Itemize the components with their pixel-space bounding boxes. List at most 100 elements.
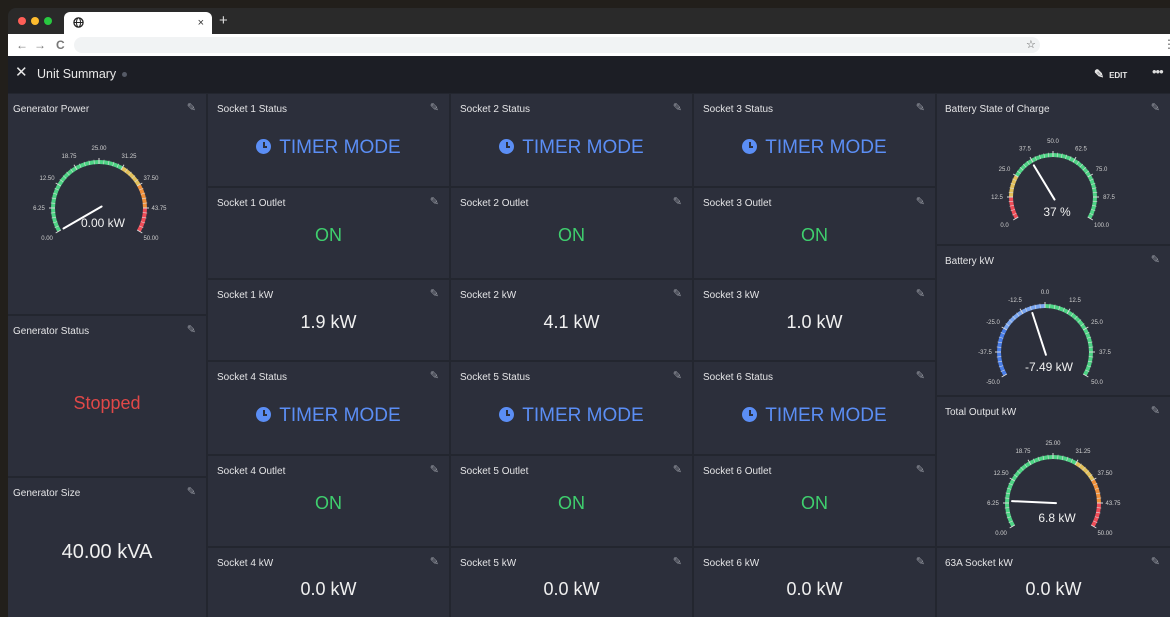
gauge-tick-label: 87.5 bbox=[1103, 195, 1115, 201]
gauge-value: -7.49 kW bbox=[1025, 360, 1074, 374]
edit-pencil-icon[interactable]: ✎ bbox=[430, 370, 439, 382]
gauge-arc-segment bbox=[1091, 479, 1101, 504]
edit-label: EDIT bbox=[1109, 71, 1128, 80]
edit-pencil-icon[interactable]: ✎ bbox=[673, 370, 682, 382]
edit-pencil-icon[interactable]: ✎ bbox=[673, 556, 682, 568]
edit-pencil-icon[interactable]: ✎ bbox=[1151, 556, 1160, 568]
edit-pencil-icon[interactable]: ✎ bbox=[673, 196, 682, 208]
gauge-arc-segment bbox=[1029, 455, 1054, 465]
close-window-dot[interactable] bbox=[18, 17, 26, 25]
bookmark-star-icon[interactable]: ☆ bbox=[1026, 37, 1036, 53]
gauge-tick-label: 43.75 bbox=[1105, 501, 1121, 507]
edit-pencil-icon[interactable]: ✎ bbox=[673, 288, 682, 300]
app-header: ✕ Unit Summary ✎ EDIT ••• bbox=[8, 56, 1170, 93]
card-title: Socket 1 Outlet bbox=[217, 198, 286, 209]
edit-pencil-icon[interactable]: ✎ bbox=[916, 556, 925, 568]
status-value: TIMER MODE bbox=[279, 137, 401, 158]
card-title: Generator Size bbox=[13, 488, 81, 499]
gauge-tick-label: 6.25 bbox=[987, 501, 999, 507]
edit-pencil-icon[interactable]: ✎ bbox=[916, 196, 925, 208]
new-tab-button[interactable]: + bbox=[219, 12, 228, 30]
gauge-tick-label: 18.75 bbox=[1015, 449, 1031, 455]
page-title: Unit Summary bbox=[37, 67, 117, 81]
card-title: Socket 4 Status bbox=[217, 372, 288, 383]
edit-pencil-icon[interactable]: ✎ bbox=[430, 102, 439, 114]
timer-mode-indicator: TIMER MODE bbox=[451, 405, 692, 427]
browser-menu-icon[interactable]: ⋮ bbox=[1163, 36, 1170, 52]
edit-pencil-icon[interactable]: ✎ bbox=[916, 464, 925, 476]
maximize-window-dot[interactable] bbox=[44, 17, 52, 25]
kw-value: 0.0 kW bbox=[786, 579, 843, 599]
gauge-tick-label: -50.0 bbox=[986, 380, 1000, 386]
browser-toolbar: ← → C ☆ ⋮ bbox=[8, 34, 1170, 56]
gauge-arc-segment bbox=[1021, 304, 1046, 314]
tab-close-icon[interactable]: × bbox=[198, 16, 204, 30]
edit-pencil-icon[interactable]: ✎ bbox=[916, 370, 925, 382]
edit-pencil-icon[interactable]: ✎ bbox=[430, 196, 439, 208]
back-icon[interactable]: ← bbox=[16, 37, 28, 53]
card-socket-3-status: Socket 3 Status ✎ TIMER MODE bbox=[694, 94, 935, 186]
card-title: Socket 6 Status bbox=[703, 372, 774, 383]
gauge-arc-segment bbox=[1044, 304, 1069, 314]
close-icon[interactable]: ✕ bbox=[15, 64, 28, 82]
forward-icon[interactable]: → bbox=[34, 37, 46, 53]
edit-pencil-icon[interactable]: ✎ bbox=[187, 324, 196, 336]
gauge-arc-segment bbox=[1066, 310, 1087, 331]
gauge-tick-label: 6.25 bbox=[33, 206, 45, 212]
gauge-arc-segment bbox=[997, 351, 1007, 376]
gauge-tick-label: 0.00 bbox=[995, 531, 1007, 537]
card-socket-3-kw: Socket 3 kW ✎ 1.0 kW bbox=[694, 280, 935, 360]
edit-pencil-icon[interactable]: ✎ bbox=[673, 102, 682, 114]
timer-mode-indicator: TIMER MODE bbox=[208, 405, 449, 427]
gauge-tick-label: -12.5 bbox=[1008, 298, 1022, 304]
card-generator-power: Generator Power ✎ 0.00 6.25 12.50 18.75 25.0… bbox=[8, 94, 206, 314]
gauge-tick-label: 50.00 bbox=[143, 236, 159, 242]
edit-pencil-icon[interactable]: ✎ bbox=[916, 102, 925, 114]
edit-pencil-icon[interactable]: ✎ bbox=[916, 288, 925, 300]
gauge-tick-label: 37.50 bbox=[143, 176, 159, 182]
outlet-value: ON bbox=[558, 225, 585, 245]
kw-value: 1.9 kW bbox=[300, 312, 357, 332]
gauge-arc-segment bbox=[997, 328, 1007, 353]
edit-pencil-icon[interactable]: ✎ bbox=[430, 464, 439, 476]
total-output-gauge: 0.00 6.25 12.50 18.75 25.00 31.25 37.50 43.75 50… bbox=[987, 441, 1121, 537]
minimize-window-dot[interactable] bbox=[31, 17, 39, 25]
timer-mode-indicator: TIMER MODE bbox=[694, 405, 935, 427]
gauge-tick-label: 25.00 bbox=[1045, 441, 1061, 447]
outlet-value: ON bbox=[801, 493, 828, 513]
gauge-tick-label: 62.5 bbox=[1075, 147, 1087, 153]
edit-pencil-icon[interactable]: ✎ bbox=[430, 556, 439, 568]
gauge-value: 0.00 kW bbox=[81, 216, 126, 230]
card-total-output: Total Output kW ✎ 0.00 6.25 12.50 18.75 25.0… bbox=[937, 397, 1170, 546]
gauge-tick-label: 37.5 bbox=[1099, 350, 1111, 356]
card-title: Socket 1 kW bbox=[217, 290, 274, 301]
edit-button[interactable]: ✎ EDIT bbox=[1094, 66, 1127, 82]
gauge-value: 37 % bbox=[1043, 205, 1071, 219]
more-options-icon[interactable]: ••• bbox=[1152, 63, 1164, 81]
gauge-tick-label: 25.00 bbox=[91, 146, 107, 152]
address-bar[interactable] bbox=[74, 37, 1040, 53]
status-value: TIMER MODE bbox=[522, 405, 644, 426]
gauge-arc-segment bbox=[1087, 196, 1097, 219]
gauge-arc-segment bbox=[1011, 461, 1032, 482]
browser-tab-bar: × + bbox=[8, 8, 1170, 34]
edit-pencil-icon[interactable]: ✎ bbox=[430, 288, 439, 300]
clock-icon bbox=[256, 139, 272, 154]
card-title: Socket 2 Outlet bbox=[460, 198, 529, 209]
edit-pencil-icon[interactable]: ✎ bbox=[187, 486, 196, 498]
card-socket-4-outlet: Socket 4 Outlet ✎ ON bbox=[208, 456, 449, 546]
card-socket-1-outlet: Socket 1 Outlet ✎ ON bbox=[208, 188, 449, 278]
card-title: Socket 2 Status bbox=[460, 104, 531, 115]
outlet-value: ON bbox=[558, 493, 585, 513]
gauge-arc-segment bbox=[57, 166, 78, 187]
gauge-tick-label: 50.0 bbox=[1091, 380, 1103, 386]
gauge-tick-label: 18.75 bbox=[61, 154, 77, 160]
edit-pencil-icon[interactable]: ✎ bbox=[673, 464, 682, 476]
browser-tab[interactable]: × bbox=[64, 12, 212, 34]
gauge-tick-label: 50.00 bbox=[1097, 531, 1113, 537]
gauge-arc-segment bbox=[51, 184, 61, 209]
reload-icon[interactable]: C bbox=[56, 37, 65, 53]
gauge-arc-segment bbox=[1003, 310, 1024, 331]
card-socket-6-outlet: Socket 6 Outlet ✎ ON bbox=[694, 456, 935, 546]
card-title: Socket 6 kW bbox=[703, 558, 760, 569]
